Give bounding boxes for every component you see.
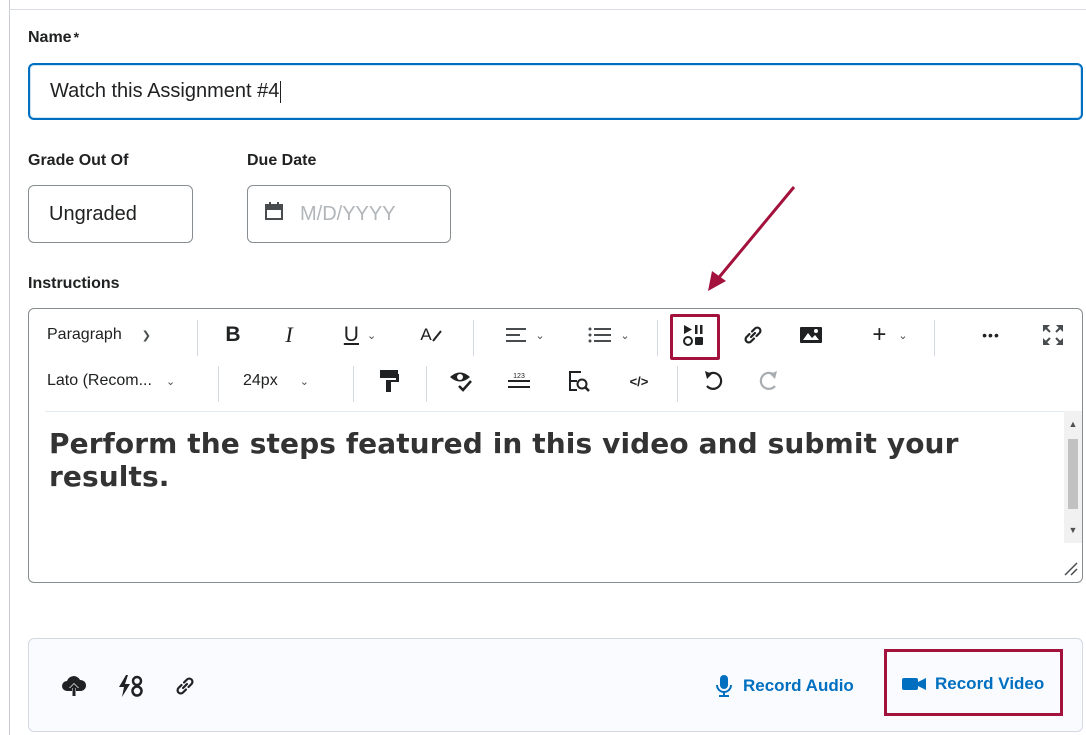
plus-icon: + [872, 321, 887, 348]
insert-link-button[interactable] [733, 315, 773, 355]
toolbar-separator [197, 320, 198, 356]
toolbar-separator [218, 366, 219, 402]
due-date-input[interactable]: M/D/YYYY [247, 185, 451, 243]
page-frame-left [9, 0, 10, 735]
undo-icon [705, 371, 723, 390]
editor-toolbar-row-2: Lato (Recom... ⌄ 24px ⌄ 123 </> [29, 361, 1082, 407]
chevron-down-icon: ⌄ [535, 329, 545, 342]
link-icon[interactable] [173, 673, 197, 699]
instructions-label: Instructions [28, 275, 120, 292]
text-caret [280, 80, 282, 103]
toolbar-separator [426, 366, 427, 402]
resize-handle-icon[interactable] [1062, 560, 1078, 576]
redo-icon [759, 371, 777, 390]
record-audio-label: Record Audio [743, 676, 854, 695]
italic-button[interactable]: I [271, 315, 307, 355]
insert-image-button[interactable] [791, 315, 831, 355]
chevron-down-icon: ⌄ [165, 375, 176, 388]
find-replace-icon [569, 371, 590, 392]
name-label: Name * [28, 29, 79, 47]
instructions-content: Perform the steps featured in this video… [49, 427, 959, 493]
accessibility-checker-icon [450, 372, 472, 392]
find-replace-button[interactable] [559, 361, 599, 401]
block-format-dropdown[interactable]: Paragraph ❯ [41, 315, 181, 355]
list-dropdown[interactable]: ⌄ [579, 315, 639, 355]
due-date-placeholder: M/D/YYYY [300, 202, 396, 225]
underline-glyph: U [343, 323, 359, 346]
toolbar-separator [677, 366, 678, 402]
instructions-editor: Paragraph ❯ B I U ⌄ A ⌄ ⌄ + ⌄ ••• Lato (… [28, 308, 1083, 583]
page-frame-top [9, 9, 1086, 10]
toolbar-separator [473, 320, 474, 356]
fullscreen-icon [1043, 325, 1063, 345]
word-count-icon: 123 [508, 373, 530, 388]
chevron-down-icon: ⌄ [898, 329, 908, 342]
grade-value: Ungraded [49, 202, 137, 225]
accessibility-checker-button[interactable] [441, 361, 481, 401]
annotation-arrow [708, 186, 796, 291]
record-video-highlight-box [884, 649, 1063, 716]
chevron-down-icon: ❯ [141, 329, 151, 342]
align-dropdown[interactable]: ⌄ [495, 315, 555, 355]
brush-icon [431, 330, 442, 342]
scroll-down-arrow-icon[interactable]: ▼ [1064, 521, 1082, 539]
text-color-glyph: A [420, 325, 432, 344]
google-drive-icon[interactable] [117, 673, 145, 699]
name-input-value: Watch this Assignment #4 [50, 80, 280, 102]
due-date-label: Due Date [247, 152, 317, 169]
chevron-down-icon: ⌄ [620, 329, 630, 342]
redo-button[interactable] [749, 361, 789, 401]
toolbar-separator [934, 320, 935, 356]
font-family-value: Lato (Recom... [47, 372, 152, 389]
grade-out-of-selector[interactable]: Ungraded [28, 185, 193, 243]
scrollbar-thumb[interactable] [1068, 439, 1078, 509]
more-options-button[interactable]: ••• [971, 315, 1011, 355]
grade-label: Grade Out Of [28, 152, 129, 169]
fullscreen-button[interactable] [1033, 315, 1073, 355]
microphone-icon [716, 675, 732, 697]
block-format-value: Paragraph [47, 326, 122, 343]
upload-icon[interactable] [61, 673, 87, 699]
underline-button[interactable]: U ⌄ [331, 315, 389, 355]
bold-button[interactable]: B [215, 315, 251, 355]
calendar-icon [264, 201, 284, 227]
format-painter-button[interactable] [369, 361, 409, 401]
editor-toolbar-row-1: Paragraph ❯ B I U ⌄ A ⌄ ⌄ + ⌄ ••• [29, 315, 1082, 361]
toolbar-separator [353, 366, 354, 402]
font-size-dropdown[interactable]: 24px ⌄ [235, 361, 345, 401]
toolbar-separator [657, 320, 658, 356]
insert-media-highlight-box [670, 314, 720, 360]
editor-scrollbar[interactable]: ▲ ▼ [1064, 411, 1082, 543]
chevron-down-icon: ⌄ [299, 375, 309, 388]
insert-more-dropdown[interactable]: + ⌄ [855, 315, 925, 355]
svg-text:123: 123 [513, 373, 525, 380]
link-icon [744, 326, 762, 344]
list-icon [588, 327, 612, 343]
name-label-text: Name [28, 29, 72, 46]
align-left-icon [506, 328, 527, 342]
format-painter-icon [380, 370, 399, 392]
image-icon [800, 327, 822, 343]
required-marker: * [73, 29, 80, 45]
record-audio-button[interactable]: Record Audio [715, 674, 854, 698]
undo-button[interactable] [693, 361, 733, 401]
name-input[interactable]: Watch this Assignment #4 [28, 63, 1083, 120]
chevron-down-icon: ⌄ [366, 329, 377, 342]
word-count-button[interactable]: 123 [499, 361, 539, 401]
text-color-button[interactable]: A [411, 315, 451, 355]
scroll-up-arrow-icon[interactable]: ▲ [1064, 415, 1082, 433]
font-family-dropdown[interactable]: Lato (Recom... ⌄ [41, 361, 211, 401]
source-code-button[interactable]: </> [619, 361, 659, 401]
editor-content-area[interactable]: Perform the steps featured in this video… [45, 411, 1065, 582]
font-size-value: 24px [243, 372, 278, 389]
